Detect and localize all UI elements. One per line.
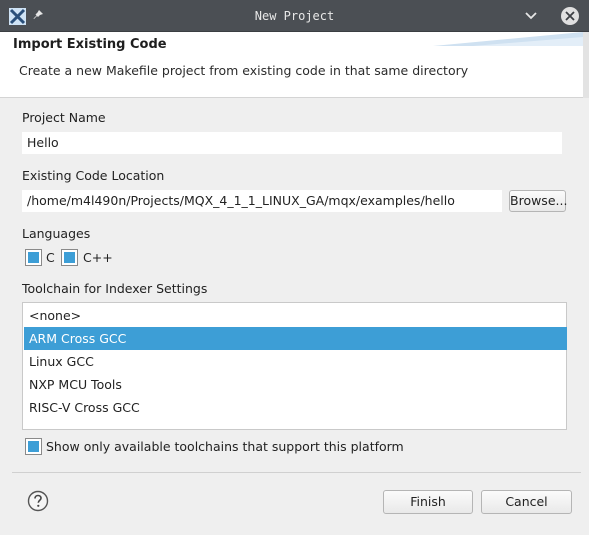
code-location-label: Existing Code Location: [22, 168, 165, 183]
close-icon: [565, 11, 575, 21]
page-description: Create a new Makefile project from exist…: [19, 63, 469, 78]
window-title: New Project: [254, 9, 335, 23]
toolchain-item-nxp-mcu-tools[interactable]: NXP MCU Tools: [24, 373, 567, 396]
footer-separator: [12, 472, 581, 473]
title-bar: New Project: [0, 0, 589, 32]
language-c-checkbox[interactable]: [25, 249, 42, 266]
show-only-label: Show only available toolchains that supp…: [46, 439, 404, 454]
page-title: Import Existing Code: [13, 37, 167, 52]
toolchain-item-riscv-cross-gcc[interactable]: RISC-V Cross GCC: [24, 396, 567, 419]
show-only-checkbox[interactable]: [25, 438, 42, 455]
chevron-down-icon[interactable]: [524, 9, 538, 21]
project-name-label: Project Name: [22, 110, 106, 125]
header-banner-graphic: [433, 32, 583, 46]
finish-button[interactable]: Finish: [383, 490, 473, 514]
toolchain-item-none[interactable]: <none>: [24, 304, 567, 327]
toolchain-label: Toolchain for Indexer Settings: [22, 281, 208, 296]
language-cpp-label: C++: [83, 250, 113, 265]
code-location-input[interactable]: [22, 190, 502, 212]
close-button[interactable]: [561, 7, 579, 25]
languages-label: Languages: [22, 226, 91, 241]
scrollbar-edge: [583, 32, 589, 98]
help-icon[interactable]: [27, 490, 49, 512]
toolchain-item-linux-gcc[interactable]: Linux GCC: [24, 350, 567, 373]
project-name-input[interactable]: [22, 132, 562, 154]
browse-button[interactable]: Browse...: [509, 190, 567, 212]
language-cpp-checkbox[interactable]: [61, 249, 78, 266]
cancel-button[interactable]: Cancel: [481, 490, 572, 514]
toolchain-item-arm-cross-gcc[interactable]: ARM Cross GCC: [24, 327, 567, 350]
wizard-header: Import Existing Code Create a new Makefi…: [0, 32, 583, 98]
toolchain-list[interactable]: <none> ARM Cross GCC Linux GCC NXP MCU T…: [22, 302, 567, 430]
language-c-label: C: [46, 250, 55, 265]
